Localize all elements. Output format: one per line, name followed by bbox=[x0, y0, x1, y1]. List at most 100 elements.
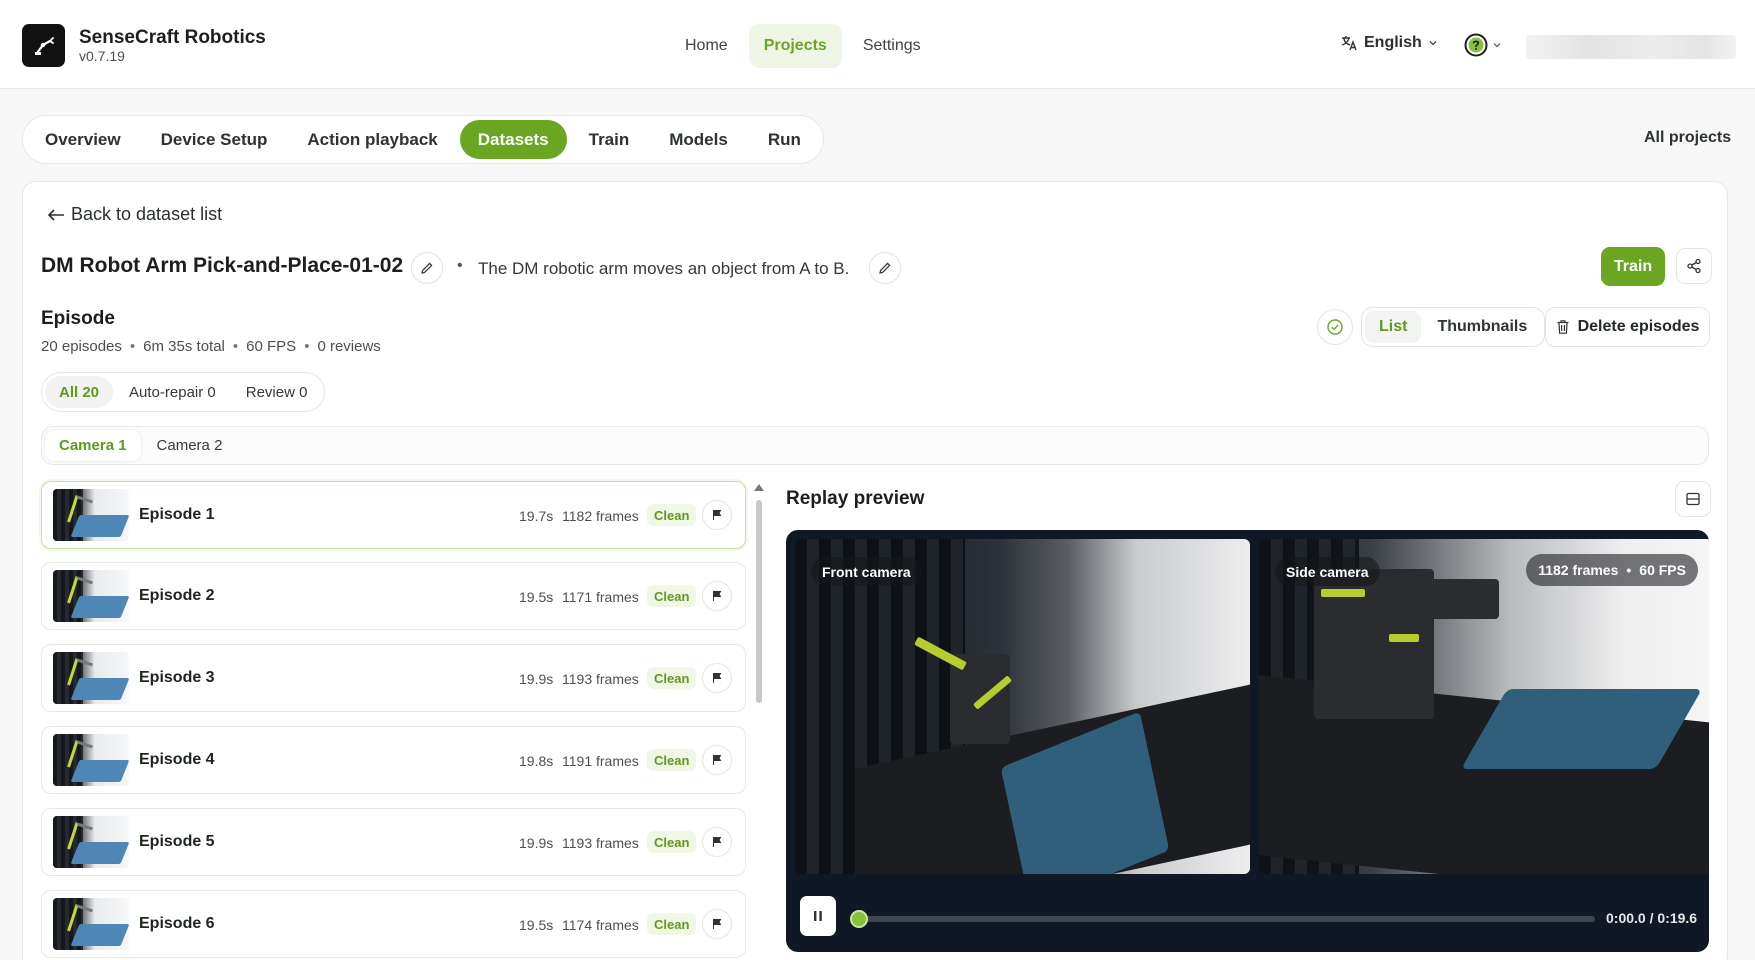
fps-stat: 60 FPS bbox=[246, 338, 297, 355]
title-separator: • bbox=[457, 257, 463, 274]
train-button[interactable]: Train bbox=[1601, 247, 1665, 286]
filter-review[interactable]: Review 0 bbox=[232, 376, 322, 408]
language-label: English bbox=[1364, 34, 1422, 51]
share-icon bbox=[1687, 258, 1701, 274]
camera-tab-2[interactable]: Camera 2 bbox=[143, 430, 237, 461]
tab-action-playback[interactable]: Action playback bbox=[289, 120, 455, 159]
flag-icon bbox=[713, 673, 722, 683]
status-badge: Clean bbox=[647, 831, 697, 853]
user-account[interactable] bbox=[1526, 35, 1736, 59]
episode-duration: 19.9s bbox=[519, 671, 554, 687]
back-link[interactable]: Back to dataset list bbox=[47, 204, 222, 225]
flag-button[interactable] bbox=[702, 663, 732, 693]
flag-icon bbox=[713, 591, 722, 601]
episode-thumbnail bbox=[53, 816, 129, 868]
filter-auto-repair[interactable]: Auto-repair 0 bbox=[115, 376, 230, 408]
play-pause-button[interactable] bbox=[800, 896, 836, 936]
project-tabs: Overview Device Setup Action playback Da… bbox=[22, 115, 824, 164]
filter-all[interactable]: All 20 bbox=[45, 376, 114, 408]
select-mode-button[interactable] bbox=[1317, 309, 1353, 345]
player-controls: 0:00.0 / 0:19.6 bbox=[786, 882, 1709, 952]
scroll-up-arrow[interactable] bbox=[754, 484, 764, 491]
status-badge: Clean bbox=[647, 504, 697, 526]
robot-arm-accent bbox=[1389, 634, 1419, 642]
flag-icon bbox=[713, 755, 722, 765]
flag-button[interactable] bbox=[702, 745, 732, 775]
robot-arm-icon bbox=[34, 36, 54, 55]
episode-thumbnail bbox=[53, 570, 129, 622]
episode-name: Episode 3 bbox=[139, 669, 215, 686]
episode-frames: 1193 frames bbox=[562, 671, 639, 687]
tab-models[interactable]: Models bbox=[651, 120, 746, 159]
view-list[interactable]: List bbox=[1365, 311, 1422, 343]
episode-row[interactable]: Episode 1 19.7s 1182 frames Clean bbox=[41, 481, 746, 549]
tab-datasets[interactable]: Datasets bbox=[459, 120, 567, 159]
status-badge: Clean bbox=[647, 749, 697, 771]
episode-thumbnail bbox=[53, 652, 129, 704]
share-button[interactable] bbox=[1676, 248, 1712, 284]
episode-thumbnail bbox=[53, 898, 129, 950]
episode-list-scrollbar[interactable] bbox=[756, 500, 762, 703]
flag-button[interactable] bbox=[702, 909, 732, 939]
translate-icon bbox=[1341, 36, 1357, 51]
delete-episodes-label: Delete episodes bbox=[1577, 318, 1700, 335]
delete-episodes-button[interactable]: Delete episodes bbox=[1545, 307, 1710, 347]
tab-run[interactable]: Run bbox=[750, 120, 819, 159]
timeline-track[interactable] bbox=[850, 916, 1595, 922]
app-logo[interactable] bbox=[22, 24, 65, 67]
camera-tab-1[interactable]: Camera 1 bbox=[45, 430, 141, 461]
episode-row[interactable]: Episode 2 19.5s 1171 frames Clean bbox=[41, 562, 746, 630]
camera-tabs: Camera 1 Camera 2 bbox=[41, 426, 1709, 465]
episode-duration: 19.9s bbox=[519, 835, 554, 851]
back-label: Back to dataset list bbox=[71, 204, 223, 224]
help-menu[interactable] bbox=[1464, 33, 1502, 57]
brand-name: SenseCraft Robotics bbox=[79, 27, 266, 48]
chevron-down-icon bbox=[1429, 41, 1437, 46]
status-badge: Clean bbox=[647, 585, 697, 607]
nav-home[interactable]: Home bbox=[670, 24, 743, 68]
layout-toggle-button[interactable] bbox=[1675, 481, 1711, 517]
side-camera-view: Side camera 1182 frames • 60 FPS bbox=[1259, 539, 1709, 874]
flag-button[interactable] bbox=[702, 827, 732, 857]
nav-settings[interactable]: Settings bbox=[848, 24, 936, 68]
tab-overview[interactable]: Overview bbox=[27, 120, 139, 159]
episode-row[interactable]: Episode 4 19.8s 1191 frames Clean bbox=[41, 726, 746, 794]
robot-arm-accent bbox=[1321, 589, 1365, 597]
badge-separator: • bbox=[1626, 562, 1632, 578]
view-thumbnails[interactable]: Thumbnails bbox=[1423, 311, 1541, 343]
episode-stats: 20 episodes • 6m 35s total • 60 FPS • 0 … bbox=[41, 338, 381, 355]
episode-row[interactable]: Episode 5 19.9s 1193 frames Clean bbox=[41, 808, 746, 876]
episode-frames: 1174 frames bbox=[562, 917, 639, 933]
flag-icon bbox=[713, 837, 722, 847]
nav-projects[interactable]: Projects bbox=[748, 24, 842, 68]
replay-player: Front camera Side camera 1182 frames • 6… bbox=[786, 530, 1709, 952]
main-nav: Home Projects Settings bbox=[670, 24, 936, 68]
tab-device-setup[interactable]: Device Setup bbox=[143, 120, 286, 159]
episode-frames: 1191 frames bbox=[562, 753, 639, 769]
edit-description-button[interactable] bbox=[869, 252, 901, 284]
timeline-scrubber[interactable] bbox=[850, 910, 868, 928]
episode-name: Episode 6 bbox=[139, 915, 215, 932]
front-camera-label: Front camera bbox=[811, 557, 922, 586]
episode-thumbnail bbox=[53, 734, 129, 786]
playback-time: 0:00.0 / 0:19.6 bbox=[1606, 910, 1698, 926]
tab-train[interactable]: Train bbox=[571, 120, 648, 159]
flag-button[interactable] bbox=[702, 500, 732, 530]
app-version: v0.7.19 bbox=[79, 48, 125, 64]
check-circle-icon bbox=[1327, 319, 1343, 335]
replay-preview-title: Replay preview bbox=[786, 488, 925, 509]
language-selector[interactable]: English bbox=[1340, 34, 1438, 52]
all-projects-link[interactable]: All projects bbox=[1644, 129, 1731, 147]
frames-fps-badge: 1182 frames • 60 FPS bbox=[1526, 554, 1698, 586]
flag-button[interactable] bbox=[702, 581, 732, 611]
episode-row[interactable]: Episode 6 19.5s 1174 frames Clean bbox=[41, 890, 746, 958]
stat-separator: • bbox=[232, 338, 239, 355]
episode-row[interactable]: Episode 3 19.9s 1193 frames Clean bbox=[41, 644, 746, 712]
episode-filters: All 20 Auto-repair 0 Review 0 bbox=[41, 372, 326, 412]
episode-duration: 19.5s bbox=[519, 589, 554, 605]
episode-frames: 1171 frames bbox=[562, 589, 639, 605]
edit-title-button[interactable] bbox=[411, 252, 443, 284]
pencil-icon bbox=[879, 262, 891, 274]
top-bar: SenseCraft Robotics v0.7.19 Home Project… bbox=[0, 0, 1755, 89]
status-badge: Clean bbox=[647, 913, 697, 935]
